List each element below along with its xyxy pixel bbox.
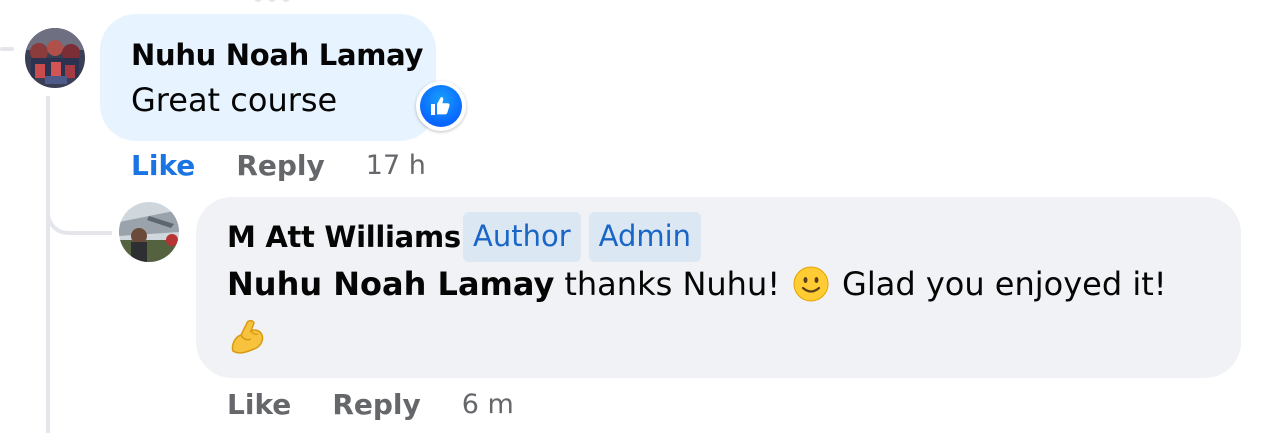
comment-author-name[interactable]: Nuhu Noah Lamay: [131, 38, 423, 72]
comment-text: Great course: [131, 81, 338, 119]
avatar[interactable]: [25, 28, 85, 88]
comment-timestamp[interactable]: 17 h: [366, 150, 426, 181]
reply-actions: Like Reply 6 m: [227, 388, 514, 421]
author-badges: Author Admin: [463, 212, 702, 262]
author-badge[interactable]: Author: [463, 212, 581, 262]
reply-text-part2: Glad you enjoyed it!: [842, 265, 1167, 303]
avatar[interactable]: [119, 202, 179, 262]
comment-thread: Nuhu Noah Lamay Great course Like Reply …: [0, 0, 1270, 433]
comment-bubble: Nuhu Noah Lamay Great course: [100, 14, 436, 141]
like-button[interactable]: Like: [131, 149, 195, 182]
like-button[interactable]: Like: [227, 388, 291, 421]
reply-timestamp[interactable]: 6 m: [462, 389, 514, 420]
slightly-smiling-face-icon: [793, 266, 829, 302]
reply-author-name[interactable]: M Att Williams: [227, 220, 461, 254]
reply-text: Nuhu Noah Lamay thanks Nuhu! Glad you en…: [227, 265, 1167, 303]
avatar-image: [25, 28, 85, 88]
comment-actions: Like Reply 17 h: [131, 149, 426, 182]
flexed-biceps-icon: [227, 317, 269, 359]
reaction-badge[interactable]: [416, 81, 466, 131]
reply-text-part1: thanks Nuhu!: [564, 265, 781, 303]
reply-button[interactable]: Reply: [236, 149, 324, 182]
thread-connector-top: [0, 47, 14, 51]
mention-link[interactable]: Nuhu Noah Lamay: [227, 265, 554, 303]
thumbs-up-icon: [420, 85, 462, 127]
reply-button[interactable]: Reply: [332, 388, 420, 421]
admin-badge[interactable]: Admin: [588, 212, 702, 262]
avatar-image: [119, 202, 179, 262]
reply-bubble: M Att Williams Author Admin Nuhu Noah La…: [196, 197, 1241, 378]
thread-connector-branch: [46, 185, 112, 235]
thread-connector-vertical: [46, 96, 50, 433]
previous-comment-indicator: [254, 0, 302, 4]
